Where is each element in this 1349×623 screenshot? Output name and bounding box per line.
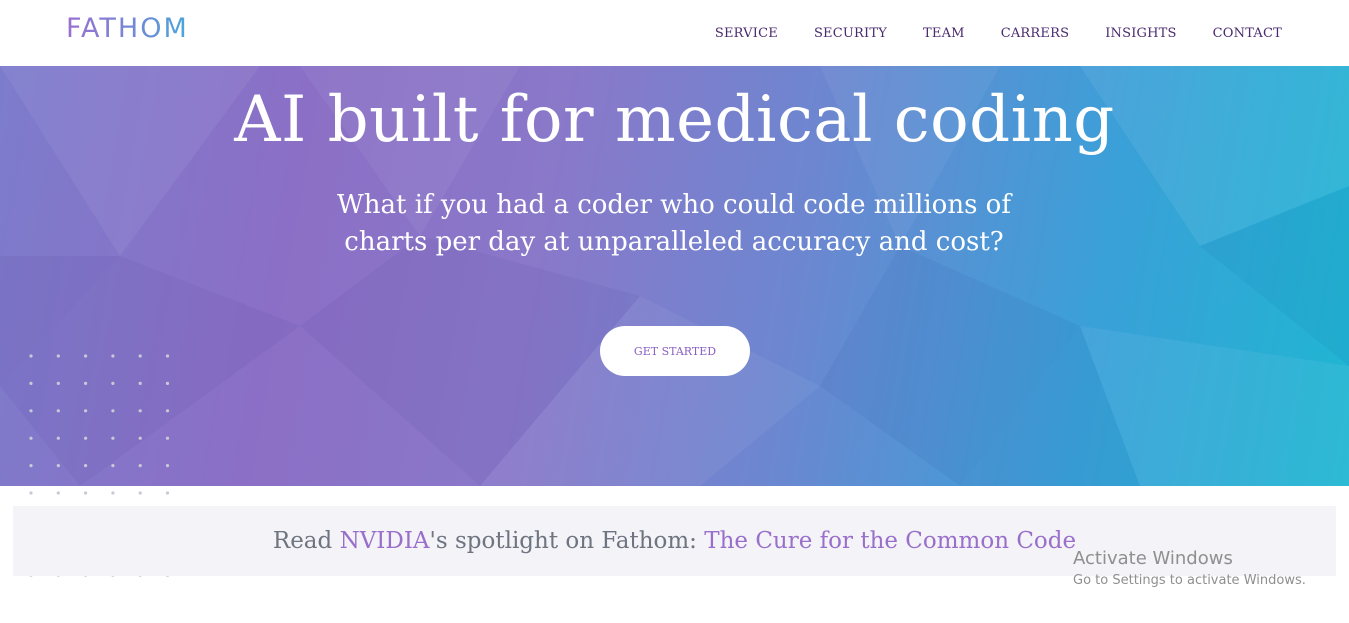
- nav-security[interactable]: SECURITY: [814, 26, 887, 41]
- hero-subtitle: What if you had a coder who could code m…: [337, 190, 1011, 257]
- grid-dot: [111, 491, 115, 495]
- grid-dot: [56, 381, 60, 385]
- grid-dot: [138, 381, 142, 385]
- grid-dot: [56, 491, 60, 495]
- grid-dot: [138, 464, 142, 468]
- grid-dot: [84, 436, 88, 440]
- grid-dot: [165, 491, 170, 495]
- grid-dot: [111, 381, 115, 385]
- grid-dot: [29, 464, 33, 468]
- activate-windows-title: Activate Windows: [1073, 548, 1233, 569]
- grid-dot: [165, 354, 170, 358]
- top-navbar: FATHOM SERVICE SECURITY TEAM CARRERS INS…: [0, 0, 1349, 66]
- nav-careers[interactable]: CARRERS: [1001, 26, 1070, 41]
- grid-dot: [165, 436, 170, 440]
- grid-dot: [29, 491, 33, 495]
- banner-middle: 's spotlight on Fathom:: [429, 528, 705, 554]
- grid-dot: [56, 409, 60, 413]
- hero-title: AI built for medical coding: [234, 83, 1115, 157]
- grid-dot: [111, 464, 115, 468]
- grid-dot: [29, 436, 33, 440]
- grid-dot: [84, 409, 88, 413]
- grid-dot: [165, 409, 170, 413]
- grid-dot: [56, 464, 60, 468]
- main-nav: SERVICE SECURITY TEAM CARRERS INSIGHTS C…: [715, 26, 1282, 41]
- grid-dot: [84, 464, 88, 468]
- grid-dot: [29, 409, 33, 413]
- grid-dot: [111, 409, 115, 413]
- grid-dot: [56, 354, 60, 358]
- grid-dot: [165, 381, 170, 385]
- get-started-button[interactable]: GET STARTED: [600, 326, 750, 376]
- article-link[interactable]: The Cure for the Common Code: [704, 528, 1076, 554]
- grid-dot: [29, 381, 33, 385]
- grid-dot: [111, 354, 115, 358]
- banner-prefix: Read: [272, 528, 340, 554]
- activate-windows-subtitle: Go to Settings to activate Windows.: [1073, 573, 1306, 588]
- grid-dot: [138, 409, 142, 413]
- grid-dot: [84, 354, 88, 358]
- grid-dot: [165, 464, 170, 468]
- grid-dot: [84, 381, 88, 385]
- fathom-logo[interactable]: FATHOM: [66, 13, 189, 44]
- grid-dot: [138, 436, 142, 440]
- nav-contact[interactable]: CONTACT: [1213, 26, 1282, 41]
- grid-dot: [56, 436, 60, 440]
- grid-dot: [29, 354, 33, 358]
- grid-dot: [138, 491, 142, 495]
- grid-dot: [138, 354, 142, 358]
- nav-team[interactable]: TEAM: [923, 26, 965, 41]
- nvidia-link[interactable]: NVIDIA: [340, 528, 430, 554]
- grid-dot: [111, 436, 115, 440]
- nav-insights[interactable]: INSIGHTS: [1105, 26, 1176, 41]
- hero-section: AI built for medical coding What if you …: [0, 66, 1349, 486]
- activate-windows-watermark: Activate Windows Go to Settings to activ…: [1073, 548, 1306, 588]
- grid-dot: [84, 491, 88, 495]
- nav-service[interactable]: SERVICE: [715, 26, 778, 41]
